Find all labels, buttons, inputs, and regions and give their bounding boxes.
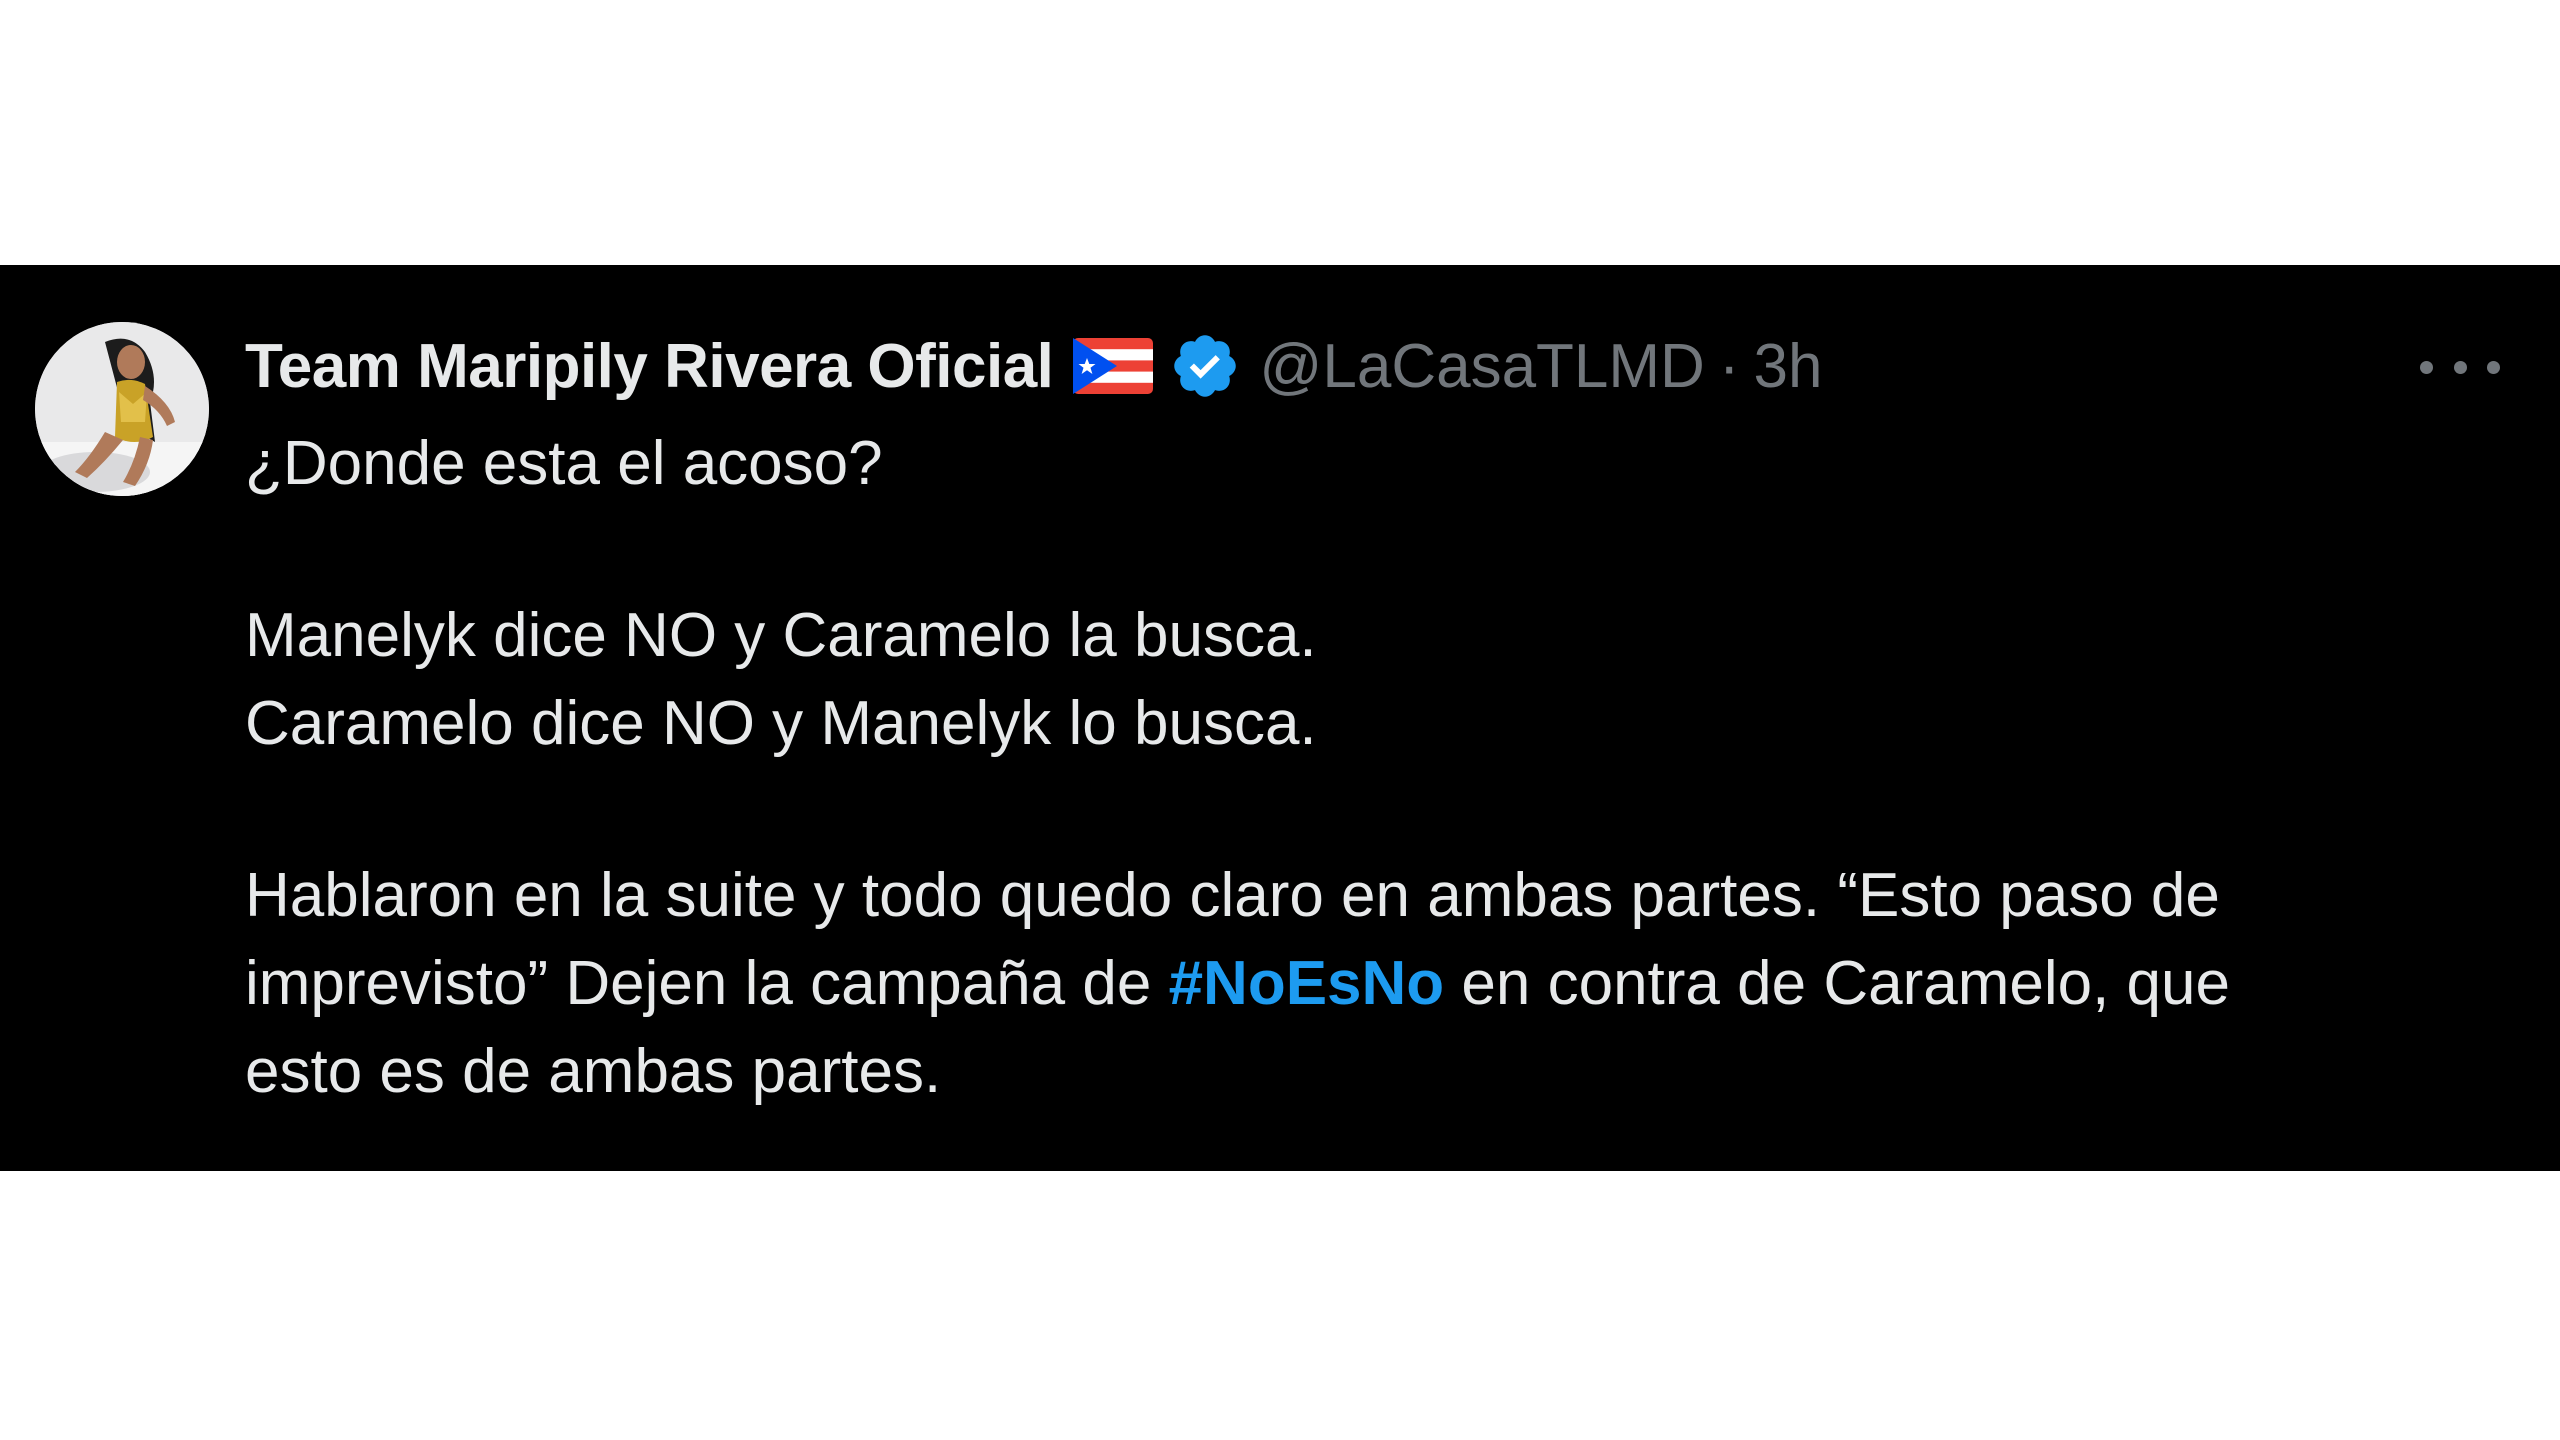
tweet-header: Team Maripily Rivera Oficial @LaCasaTLMD… — [245, 322, 1822, 410]
tweet-line: ¿Donde esta el acoso? — [245, 429, 883, 498]
more-options-icon[interactable] — [2420, 345, 2500, 389]
user-handle[interactable]: @LaCasaTLMD — [1259, 331, 1704, 402]
tweet-timestamp[interactable]: 3h — [1754, 331, 1823, 402]
display-name[interactable]: Team Maripily Rivera Oficial — [245, 331, 1054, 402]
separator-dot: · — [1718, 331, 1740, 401]
verified-badge-icon[interactable] — [1169, 330, 1241, 402]
tweet-line: esto es de ambas partes. — [245, 1037, 942, 1106]
tweet-line: imprevisto” Dejen la campaña de #NoEsNo … — [245, 940, 2445, 1028]
puerto-rico-flag-icon — [1073, 338, 1154, 394]
hashtag-link[interactable]: #NoEsNo — [1169, 949, 1445, 1018]
more-dot — [2487, 360, 2500, 374]
tweet-text-segment: en contra de Caramelo, que — [1444, 949, 2230, 1018]
tweet-line: Manelyk dice NO y Caramelo la busca. — [245, 601, 1317, 670]
avatar-image — [35, 322, 209, 496]
tweet-line: Caramelo dice NO y Manelyk lo busca. — [245, 689, 1317, 758]
tweet-text-segment: imprevisto” Dejen la campaña de — [245, 949, 1169, 1018]
more-dot — [2453, 360, 2467, 374]
tweet-text: ¿Donde esta el acoso? Manelyk dice NO y … — [245, 420, 2445, 1116]
profile-avatar[interactable] — [35, 322, 209, 496]
more-dot — [2420, 360, 2433, 374]
tweet-line: Hablaron en la suite y todo quedo claro … — [245, 861, 2220, 930]
